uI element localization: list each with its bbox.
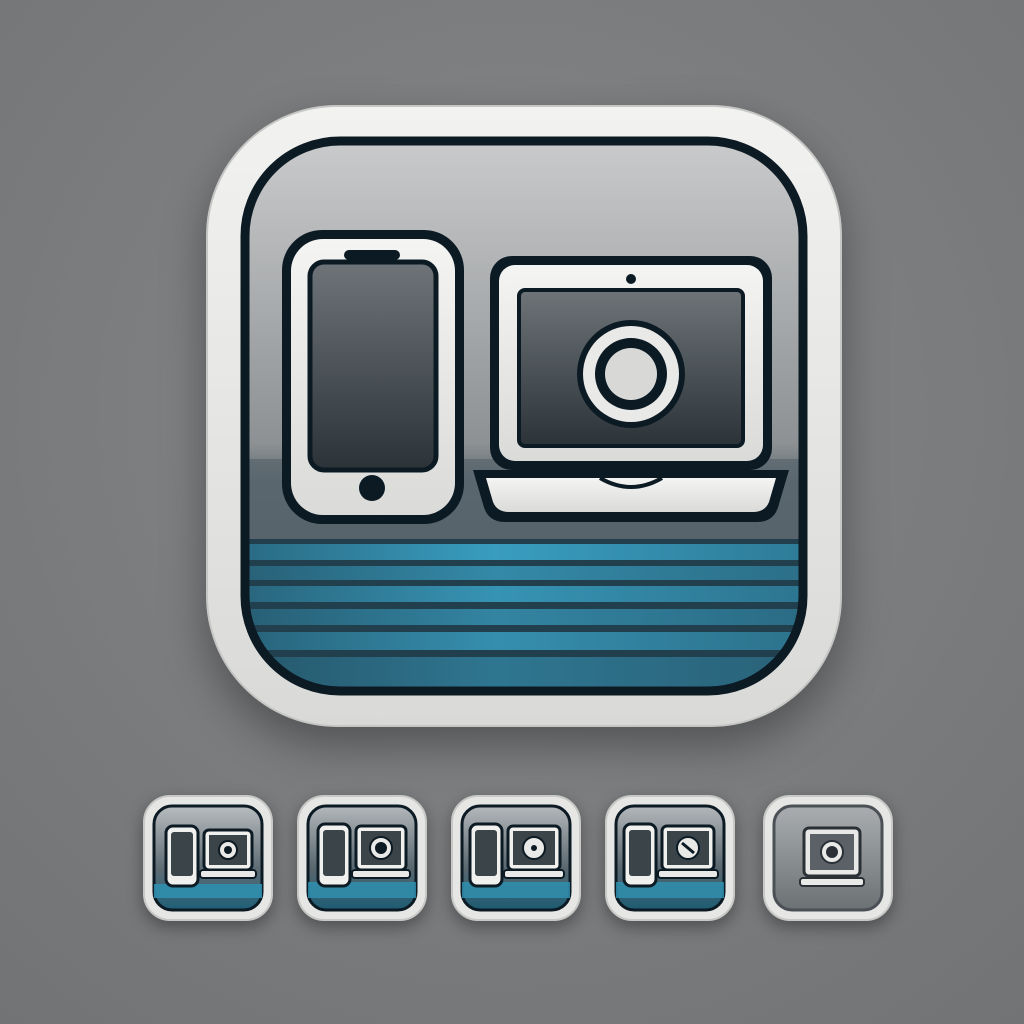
variant-5 (762, 794, 894, 922)
variant-2 (296, 794, 428, 922)
variant-4 (604, 794, 736, 922)
canvas-background (0, 0, 1024, 1024)
icon-variants (0, 0, 1024, 1024)
variant-3 (450, 794, 582, 922)
variant-1 (142, 794, 274, 922)
